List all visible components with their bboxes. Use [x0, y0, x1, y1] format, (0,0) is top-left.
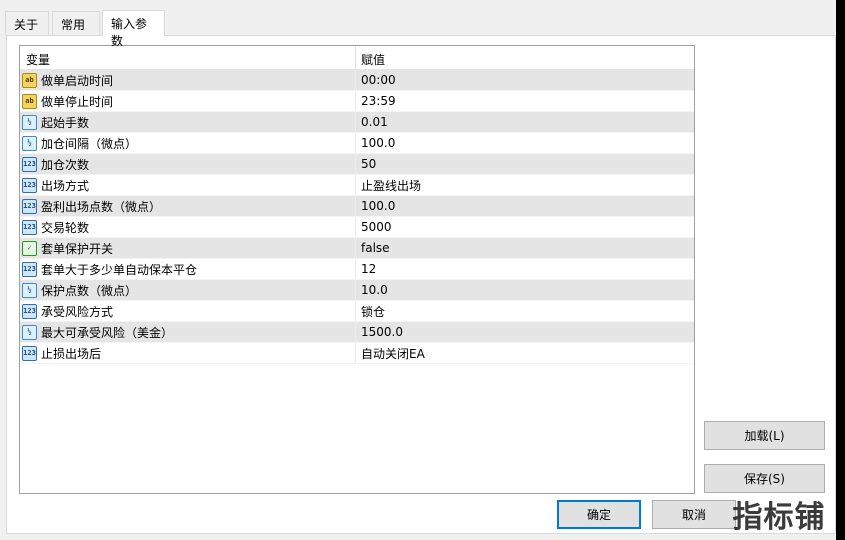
parameter-name: 交易轮数	[41, 220, 90, 235]
parameter-name: 套单大于多少单自动保本平仓	[41, 262, 198, 277]
parameter-value-cell[interactable]: 10.0	[356, 283, 694, 297]
parameter-name: 套单保护开关	[41, 241, 114, 256]
parameter-name: 做单启动时间	[41, 73, 114, 88]
table-row[interactable]: ✓ 套单保护开关 false	[20, 238, 694, 259]
load-button[interactable]: 加载(L)	[704, 421, 825, 450]
parameter-name-cell[interactable]: ½ 最大可承受风险（美金）	[20, 322, 356, 342]
table-row[interactable]: ½ 加仓间隔（微点） 100.0	[20, 133, 694, 154]
parameter-name: 最大可承受风险（美金）	[41, 325, 174, 340]
double-type-icon: ½	[22, 135, 37, 151]
parameter-name: 保护点数（微点）	[41, 283, 138, 298]
watermark-logo: 指标铺	[732, 500, 826, 535]
parameter-name-cell[interactable]: 123 加仓次数	[20, 154, 356, 174]
parameter-name-cell[interactable]: 123 止损出场后	[20, 343, 356, 363]
table-row[interactable]: 123 止损出场后 自动关闭EA	[20, 343, 694, 364]
integer-type-icon: 123	[22, 177, 37, 193]
parameter-value-cell[interactable]: false	[356, 241, 694, 255]
parameter-name: 出场方式	[41, 178, 90, 193]
table-row[interactable]: ½ 最大可承受风险（美金） 1500.0	[20, 322, 694, 343]
parameter-value-cell[interactable]: 100.0	[356, 136, 694, 150]
integer-type-icon: 123	[22, 219, 37, 235]
parameter-value-cell[interactable]: 0.01	[356, 115, 694, 129]
string-type-icon: ab	[22, 93, 37, 109]
tab-about[interactable]: 关于	[5, 11, 49, 35]
integer-type-icon: 123	[22, 198, 37, 214]
parameter-value-cell[interactable]: 自动关闭EA	[356, 345, 694, 362]
integer-type-icon: 123	[22, 156, 37, 172]
parameter-value-cell[interactable]: 止盈线出场	[356, 177, 694, 194]
double-type-icon: ½	[22, 324, 37, 340]
parameter-name-cell[interactable]: ½ 加仓间隔（微点）	[20, 133, 356, 153]
parameter-value-cell[interactable]: 23:59	[356, 94, 694, 108]
table-row[interactable]: ab 做单启动时间 00:00	[20, 70, 694, 91]
integer-type-icon: 123	[22, 345, 37, 361]
string-type-icon: ab	[22, 72, 37, 88]
bool-type-icon: ✓	[22, 240, 37, 256]
parameter-name: 盈利出场点数（微点）	[41, 199, 162, 214]
parameter-name-cell[interactable]: ab 做单停止时间	[20, 91, 356, 111]
parameter-name: 止损出场后	[41, 346, 102, 361]
column-header-value[interactable]: 赋值	[356, 46, 694, 69]
grid-rows: ab 做单启动时间 00:00 ab 做单停止时间 23:59 ½ 起始手数 0.01 ½ 加仓间隔…	[20, 70, 694, 364]
integer-type-icon: 123	[22, 303, 37, 319]
parameter-value-cell[interactable]: 50	[356, 157, 694, 171]
integer-type-icon: 123	[22, 261, 37, 277]
parameter-name-cell[interactable]: 123 承受风险方式	[20, 301, 356, 321]
parameter-grid: 变量 赋值 ab 做单启动时间 00:00 ab 做单停止时间 23:59 ½ 起始手数 0.0…	[19, 45, 695, 494]
grid-header: 变量 赋值	[20, 46, 694, 70]
tab-inputs[interactable]: 输入参数	[102, 10, 165, 48]
parameter-name-cell[interactable]: ½ 起始手数	[20, 112, 356, 132]
parameter-name-cell[interactable]: 123 套单大于多少单自动保本平仓	[20, 259, 356, 279]
parameter-value-cell[interactable]: 12	[356, 262, 694, 276]
table-row[interactable]: 123 盈利出场点数（微点） 100.0	[20, 196, 694, 217]
table-row[interactable]: 123 交易轮数 5000	[20, 217, 694, 238]
tab-strip: 关于 常用 输入参数	[0, 0, 836, 48]
table-row[interactable]: 123 加仓次数 50	[20, 154, 694, 175]
table-row[interactable]: 123 承受风险方式 锁仓	[20, 301, 694, 322]
column-header-variable[interactable]: 变量	[20, 46, 356, 69]
save-button[interactable]: 保存(S)	[704, 464, 825, 493]
ok-button[interactable]: 确定	[557, 500, 641, 529]
table-row[interactable]: ab 做单停止时间 23:59	[20, 91, 694, 112]
parameter-name-cell[interactable]: 123 出场方式	[20, 175, 356, 195]
parameter-value-cell[interactable]: 100.0	[356, 199, 694, 213]
parameter-name: 起始手数	[41, 115, 90, 130]
parameter-name-cell[interactable]: 123 盈利出场点数（微点）	[20, 196, 356, 216]
parameter-name: 承受风险方式	[41, 304, 114, 319]
table-row[interactable]: ½ 保护点数（微点） 10.0	[20, 280, 694, 301]
parameter-name: 做单停止时间	[41, 94, 114, 109]
parameter-name: 加仓间隔（微点）	[41, 136, 138, 151]
double-type-icon: ½	[22, 282, 37, 298]
background-chart-edge	[836, 0, 845, 540]
tab-common[interactable]: 常用	[52, 11, 100, 35]
parameter-name-cell[interactable]: ½ 保护点数（微点）	[20, 280, 356, 300]
table-row[interactable]: 123 出场方式 止盈线出场	[20, 175, 694, 196]
table-row[interactable]: 123 套单大于多少单自动保本平仓 12	[20, 259, 694, 280]
parameter-name-cell[interactable]: ab 做单启动时间	[20, 70, 356, 90]
parameter-value-cell[interactable]: 5000	[356, 220, 694, 234]
parameter-value-cell[interactable]: 锁仓	[356, 303, 694, 320]
parameter-value-cell[interactable]: 00:00	[356, 73, 694, 87]
parameter-name-cell[interactable]: ✓ 套单保护开关	[20, 238, 356, 258]
table-row[interactable]: ½ 起始手数 0.01	[20, 112, 694, 133]
parameter-name: 加仓次数	[41, 157, 90, 172]
double-type-icon: ½	[22, 114, 37, 130]
parameter-name-cell[interactable]: 123 交易轮数	[20, 217, 356, 237]
parameter-value-cell[interactable]: 1500.0	[356, 325, 694, 339]
